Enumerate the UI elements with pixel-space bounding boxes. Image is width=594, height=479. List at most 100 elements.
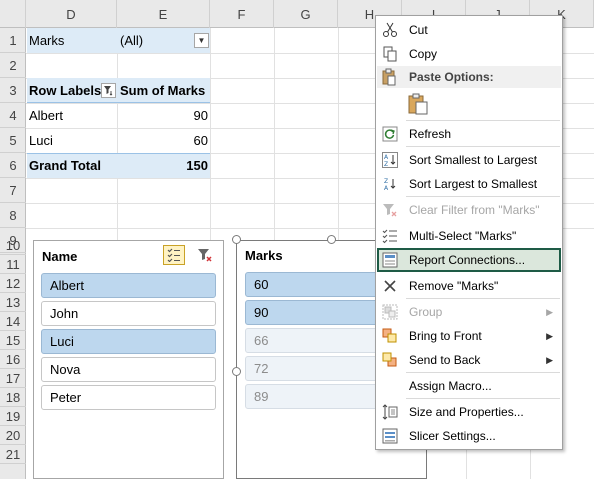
menu-item-refresh[interactable]: Refresh (377, 122, 561, 146)
grand-total-value[interactable]: 150 (120, 153, 208, 178)
menu-separator (406, 372, 560, 373)
menu-label: Bring to Front (409, 329, 482, 343)
menu-label: Multi-Select "Marks" (409, 229, 517, 243)
resize-handle[interactable] (327, 235, 336, 244)
menu-label: Cut (409, 23, 428, 37)
slicer-item-66[interactable]: 66 (245, 328, 385, 353)
menu-item-clear-filter: Clear Filter from "Marks" (377, 198, 561, 222)
slicer-item-72[interactable]: 72 (245, 356, 385, 381)
row-header[interactable]: 7 (0, 178, 26, 203)
select-all-corner[interactable] (0, 0, 26, 28)
filter-dropdown-button[interactable]: ▼ (194, 33, 209, 48)
clear-filter-button[interactable] (194, 245, 216, 265)
row-header[interactable]: 4 (0, 103, 26, 128)
report-connections-icon (381, 251, 399, 269)
resize-handle[interactable] (232, 235, 241, 244)
name-slicer[interactable]: Name Albert John Luci Nova Peter (33, 240, 224, 479)
menu-item-bring-to-front[interactable]: Bring to Front ▶ (377, 324, 561, 348)
clear-filter-icon (198, 249, 212, 262)
row-header[interactable]: 8 (0, 203, 26, 228)
resize-handle[interactable] (232, 367, 241, 376)
menu-item-sort-smallest[interactable]: AZ Sort Smallest to Largest (377, 148, 561, 172)
row-labels-header[interactable]: Row Labels (29, 78, 101, 103)
paste-icon (408, 93, 428, 115)
menu-label: Refresh (409, 127, 452, 141)
pivot-row-value[interactable]: 60 (120, 128, 208, 153)
pivot-row-value[interactable]: 90 (120, 103, 208, 128)
slicer-title: Name (42, 249, 78, 264)
menu-item-copy[interactable]: Copy (377, 42, 561, 66)
menu-label: Assign Macro... (409, 379, 492, 393)
menu-item-assign-macro[interactable]: Assign Macro... (377, 374, 561, 398)
column-header-g[interactable]: G (274, 0, 338, 28)
row-header[interactable]: 12 (0, 274, 26, 293)
menu-label: Group (409, 305, 443, 319)
row-header[interactable]: 19 (0, 407, 26, 426)
row-header[interactable]: 21 (0, 445, 26, 464)
row-header[interactable]: 17 (0, 369, 26, 388)
menu-item-slicer-settings[interactable]: Slicer Settings... (377, 424, 561, 448)
menu-label: Paste Options: (409, 70, 494, 84)
refresh-icon (381, 125, 399, 143)
row-header[interactable]: 20 (0, 426, 26, 445)
row-header[interactable]: 15 (0, 331, 26, 350)
multi-select-button[interactable] (163, 245, 185, 265)
menu-label: Size and Properties... (409, 405, 524, 419)
svg-text:Z: Z (384, 161, 388, 168)
slicer-item-luci[interactable]: Luci (41, 329, 216, 354)
column-header-d[interactable]: D (26, 0, 117, 28)
pivot-filter-value[interactable]: (All) (120, 28, 143, 53)
menu-separator (406, 120, 560, 121)
slicer-item-89[interactable]: 89 (245, 384, 385, 409)
row-header[interactable]: 16 (0, 350, 26, 369)
close-icon (381, 277, 399, 295)
slicer-item-60[interactable]: 60 (245, 272, 385, 297)
copy-icon (381, 45, 399, 63)
row-header[interactable]: 3 (0, 78, 26, 103)
row-header[interactable]: 11 (0, 255, 26, 274)
menu-label: Sort Largest to Smallest (409, 177, 538, 191)
menu-item-cut[interactable]: Cut (377, 18, 561, 42)
row-header[interactable]: 10 (0, 236, 26, 255)
pivot-row-label[interactable]: Luci (29, 128, 53, 153)
row-header[interactable]: 5 (0, 128, 26, 153)
menu-item-multi-select[interactable]: Multi-Select "Marks" (377, 224, 561, 248)
menu-label: Remove "Marks" (409, 279, 499, 293)
row-labels-filter-button[interactable] (101, 83, 116, 98)
grand-total-label[interactable]: Grand Total (29, 153, 101, 178)
size-properties-icon (381, 403, 399, 421)
menu-item-sort-largest[interactable]: ZA Sort Largest to Smallest (377, 172, 561, 196)
submenu-arrow-icon: ▶ (546, 330, 553, 341)
row-header[interactable]: 1 (0, 28, 26, 53)
send-to-back-icon (381, 351, 399, 369)
slicer-item-peter[interactable]: Peter (41, 385, 216, 410)
row-header[interactable]: 13 (0, 293, 26, 312)
menu-item-remove[interactable]: Remove "Marks" (377, 274, 561, 298)
slicer-item-john[interactable]: John (41, 301, 216, 326)
row-header[interactable]: 2 (0, 53, 26, 78)
row-header[interactable]: 18 (0, 388, 26, 407)
pivot-filter-label[interactable]: Marks (29, 28, 64, 53)
paste-button[interactable] (406, 92, 430, 116)
column-header-e[interactable]: E (117, 0, 210, 28)
chevron-down-icon: ▼ (197, 36, 206, 45)
row-header[interactable]: 14 (0, 312, 26, 331)
menu-item-send-to-back[interactable]: Send to Back ▶ (377, 348, 561, 372)
clipboard-icon (381, 68, 397, 89)
row-header[interactable]: 6 (0, 153, 26, 178)
slicer-item-albert[interactable]: Albert (41, 273, 216, 298)
group-icon (381, 303, 399, 321)
menu-separator (406, 146, 560, 147)
menu-label: Copy (409, 47, 438, 61)
pivot-row-label[interactable]: Albert (29, 103, 63, 128)
submenu-arrow-icon: ▶ (546, 354, 553, 365)
sort-ascending-icon: AZ (381, 151, 399, 169)
slicer-item-90[interactable]: 90 (245, 300, 385, 325)
sum-of-marks-header[interactable]: Sum of Marks (120, 78, 205, 103)
menu-item-group: Group ▶ (377, 300, 561, 324)
menu-label: Report Connections... (409, 253, 526, 267)
menu-item-size-properties[interactable]: Size and Properties... (377, 400, 561, 424)
menu-item-report-connections[interactable]: Report Connections... (377, 248, 561, 272)
column-header-f[interactable]: F (210, 0, 274, 28)
slicer-item-nova[interactable]: Nova (41, 357, 216, 382)
